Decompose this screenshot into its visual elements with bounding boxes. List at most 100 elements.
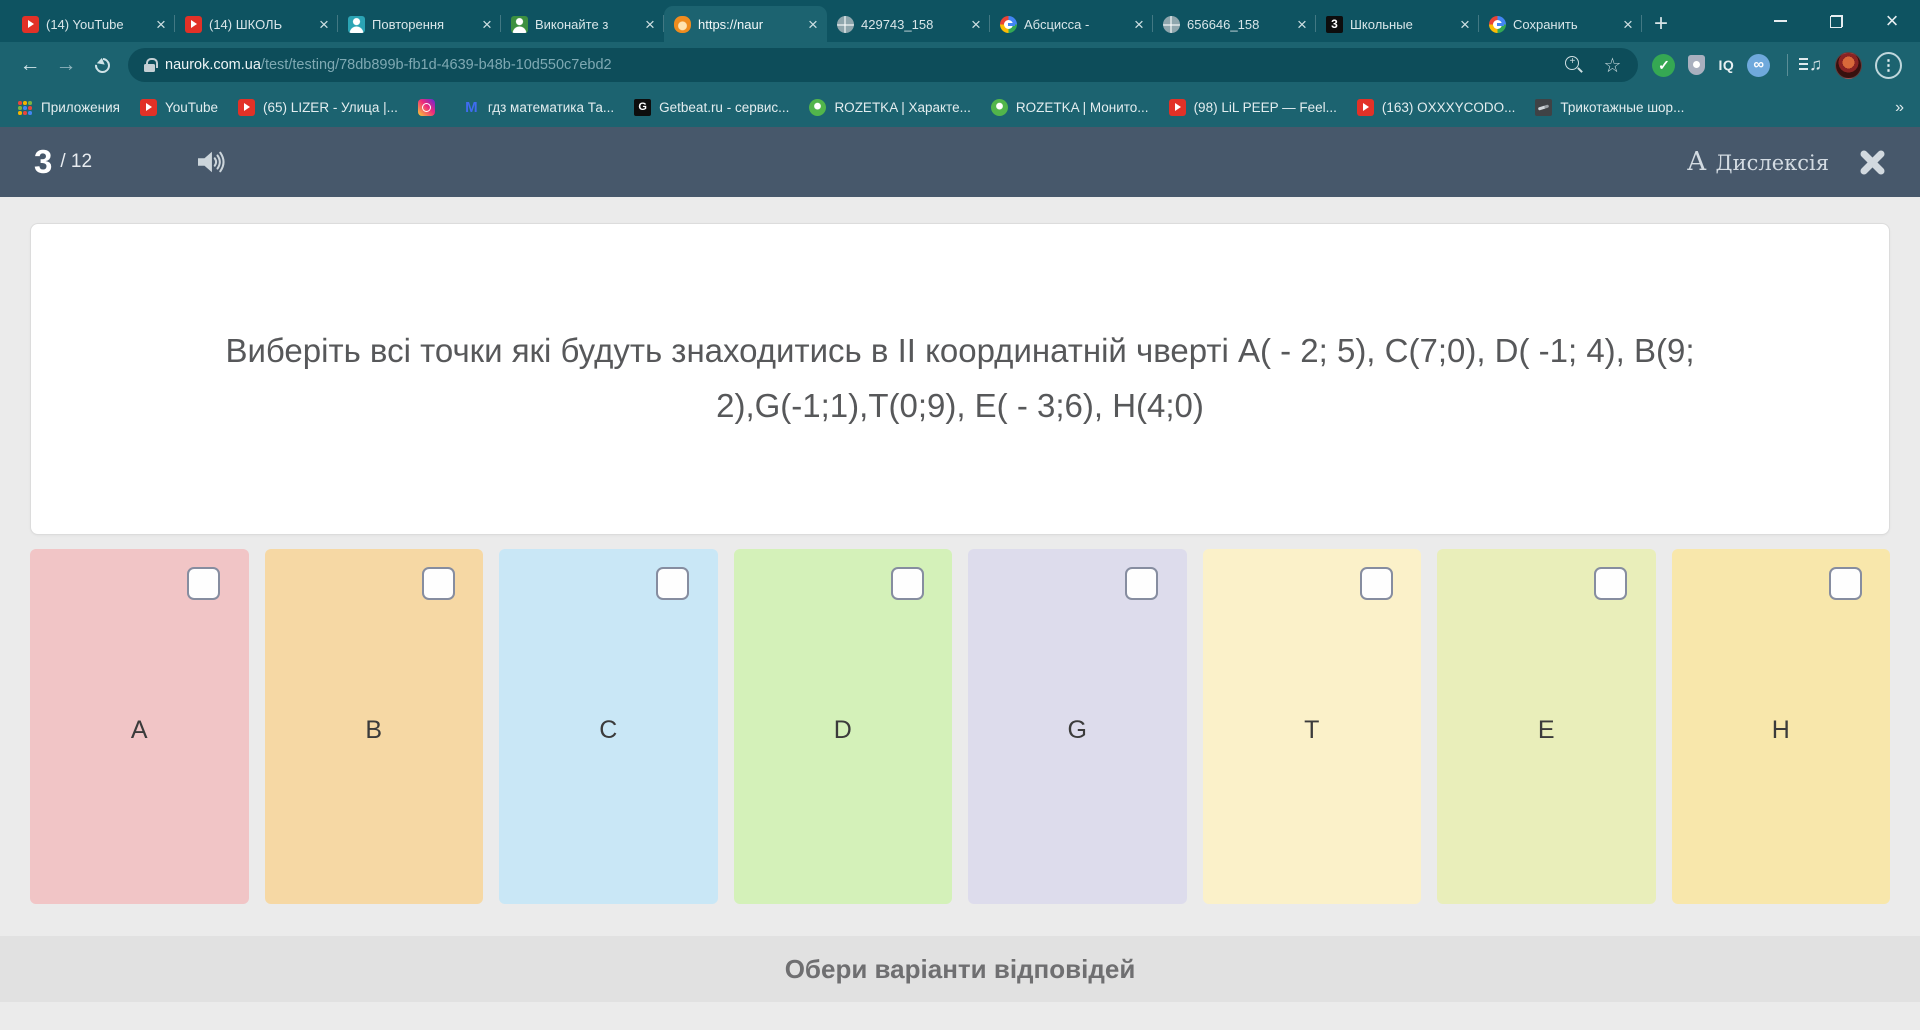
tab-favicon <box>22 15 39 33</box>
reload-icon <box>91 54 113 76</box>
magnifier-plus-icon <box>1565 56 1583 74</box>
profile-avatar[interactable] <box>1835 51 1862 79</box>
tab-close-icon[interactable]: × <box>805 16 821 33</box>
bookmark-item[interactable]: ROZETKA | Монито... <box>990 99 1149 116</box>
browser-toolbar: ← → naurok.com.ua/test/testing/78db899b-… <box>0 42 1920 88</box>
bookmark-star-icon[interactable]: ☆ <box>1598 51 1626 79</box>
bookmark-favicon <box>809 99 827 116</box>
window-controls: × <box>1752 0 1920 42</box>
forward-button[interactable]: → <box>48 47 84 83</box>
quiz-content: Виберіть всі точки які будуть знаходитис… <box>0 197 1920 904</box>
url-text: naurok.com.ua/test/testing/78db899b-fb1d… <box>165 57 1550 73</box>
question-number: 3 <box>34 143 53 180</box>
infinity-icon: ∞ <box>1747 53 1771 77</box>
restore-icon <box>1829 14 1843 28</box>
close-test-button[interactable] <box>1859 149 1886 176</box>
tab-close-icon[interactable]: × <box>1131 16 1147 33</box>
checkmark-extension-icon[interactable]: ✓ <box>1652 53 1676 77</box>
browser-tab[interactable]: https://naur × <box>664 6 827 42</box>
new-tab-button[interactable]: + <box>1642 6 1680 42</box>
tab-title: (14) ШКОЛЬ <box>209 16 283 32</box>
read-aloud-button[interactable] <box>196 149 226 175</box>
browser-tab[interactable]: 429743_158 × <box>827 6 990 42</box>
answer-checkbox[interactable] <box>187 567 221 600</box>
tab-close-icon[interactable]: × <box>479 16 495 33</box>
bookmark-item[interactable]: Getbeat.ru - сервис... <box>634 99 789 116</box>
infinity-extension-icon[interactable]: ∞ <box>1747 53 1771 77</box>
answer-checkbox[interactable] <box>656 567 690 600</box>
bookmark-label: (163) OXXXYCODO... <box>1381 100 1516 115</box>
tab-close-icon[interactable]: × <box>316 16 332 33</box>
browser-tab[interactable]: Сохранить × <box>1479 6 1642 42</box>
bookmark-item[interactable]: (163) OXXXYCODO... <box>1356 99 1516 116</box>
close-x-icon <box>1860 150 1885 174</box>
browser-tab[interactable]: Виконайте з × <box>501 6 664 42</box>
answer-letter: C <box>599 715 618 744</box>
answer-card[interactable]: B <box>264 549 483 904</box>
answer-checkbox[interactable] <box>1594 567 1628 600</box>
question-text: Виберіть всі точки які будуть знаходитис… <box>225 332 1695 424</box>
tab-title: Повторення <box>372 16 445 32</box>
quiz-header-right: А Дислексія <box>1687 147 1886 177</box>
bookmark-favicon <box>634 99 652 116</box>
window-close-button[interactable]: × <box>1864 0 1920 42</box>
tab-title: Виконайте з <box>535 16 609 32</box>
tab-title: Абсцисса - <box>1024 16 1090 32</box>
browser-tab[interactable]: (14) ШКОЛЬ × <box>175 6 338 42</box>
bookmark-item[interactable]: Приложения <box>16 99 120 116</box>
answer-card[interactable]: A <box>30 549 249 904</box>
dyslexia-toggle[interactable]: А Дислексія <box>1687 147 1829 177</box>
answer-card[interactable]: C <box>499 549 718 904</box>
tab-close-icon[interactable]: × <box>642 16 658 33</box>
bookmark-item[interactable]: ROZETKA | Характе... <box>809 99 971 116</box>
bookmark-label: гдз математика Та... <box>487 100 615 115</box>
address-bar[interactable]: naurok.com.ua/test/testing/78db899b-fb1d… <box>128 48 1639 82</box>
tab-close-icon[interactable]: × <box>1457 16 1473 33</box>
answer-checkbox[interactable] <box>1125 567 1159 600</box>
bookmark-favicon <box>463 99 480 116</box>
tab-title: https://naur <box>698 16 764 32</box>
answer-card[interactable]: T <box>1202 549 1421 904</box>
answer-card[interactable]: G <box>968 549 1187 904</box>
bookmark-item[interactable]: (65) LIZER - Улица |... <box>238 99 398 116</box>
bookmark-item[interactable]: гдз математика Та... <box>463 99 614 116</box>
browser-tab[interactable]: Абсцисса - × <box>990 6 1153 42</box>
question-card: Виберіть всі точки які будуть знаходитис… <box>30 223 1890 535</box>
browser-tab[interactable]: 656646_158 × <box>1153 6 1316 42</box>
tab-title: 429743_158 <box>861 16 934 32</box>
back-button[interactable]: ← <box>12 47 48 83</box>
answer-card[interactable]: H <box>1671 549 1890 904</box>
browser-tab[interactable]: Повторення × <box>338 6 501 42</box>
answer-card[interactable]: E <box>1437 549 1656 904</box>
extensions-area: ✓ IQ ∞ ♫ ⋮ <box>1646 51 1908 79</box>
answer-checkbox[interactable] <box>890 567 924 600</box>
bookmark-item[interactable]: YouTube <box>139 99 219 116</box>
shield-extension-icon[interactable] <box>1688 55 1706 75</box>
bookmark-item[interactable]: Трикотажные шор... <box>1535 99 1684 116</box>
reload-button[interactable] <box>84 47 120 83</box>
tab-close-icon[interactable]: × <box>1620 16 1636 33</box>
browser-tab[interactable]: Школьные × <box>1316 6 1479 42</box>
tab-favicon <box>1163 15 1180 33</box>
window-restore-button[interactable] <box>1808 0 1864 42</box>
answer-checkbox[interactable] <box>1828 567 1862 600</box>
answer-checkbox[interactable] <box>1359 567 1393 600</box>
browser-menu-button[interactable]: ⋮ <box>1875 51 1902 79</box>
browser-tab[interactable]: (14) YouTube × <box>12 6 175 42</box>
bookmark-item[interactable] <box>417 99 443 116</box>
tab-close-icon[interactable]: × <box>153 16 169 33</box>
answer-checkbox[interactable] <box>421 567 455 600</box>
tab-close-icon[interactable]: × <box>968 16 984 33</box>
bookmarks-overflow-chevron[interactable]: » <box>1895 99 1904 117</box>
iq-extension-icon[interactable]: IQ <box>1718 57 1734 73</box>
kebab-menu-icon: ⋮ <box>1875 51 1902 79</box>
tab-close-icon[interactable]: × <box>1294 16 1310 33</box>
media-playlist-icon[interactable]: ♫ <box>1799 55 1822 75</box>
window-minimize-button[interactable] <box>1752 0 1808 42</box>
zoom-level-icon[interactable] <box>1560 51 1588 79</box>
speaker-icon <box>198 151 225 173</box>
tab-favicon <box>348 15 365 33</box>
bookmark-item[interactable]: (98) LiL PEEP — Feel... <box>1168 99 1337 116</box>
bookmark-label: YouTube <box>164 100 219 115</box>
answer-card[interactable]: D <box>733 549 952 904</box>
